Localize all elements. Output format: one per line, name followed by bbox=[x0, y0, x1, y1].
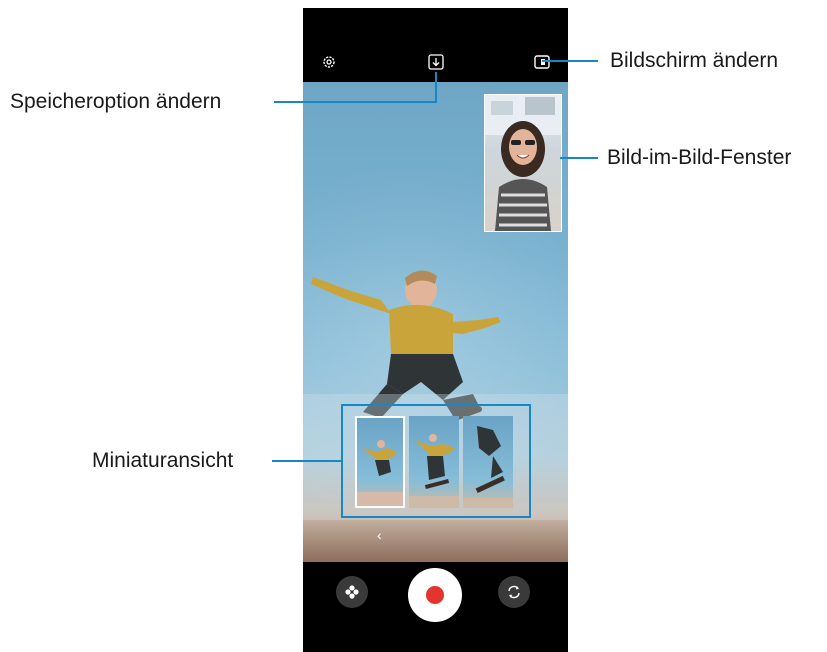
callout-line bbox=[542, 60, 598, 62]
thumbnail-highlight bbox=[341, 404, 531, 518]
callout-line bbox=[435, 72, 437, 103]
callout-line bbox=[272, 460, 341, 462]
download-icon[interactable] bbox=[426, 52, 446, 72]
callout-pip-window: Bild-im-Bild-Fenster bbox=[607, 146, 792, 169]
callout-thumbnail-view: Miniaturansicht bbox=[92, 449, 234, 472]
chevron-left-icon[interactable]: ‹ bbox=[377, 528, 382, 542]
switch-camera-icon bbox=[508, 585, 520, 599]
switch-camera-button[interactable] bbox=[498, 576, 530, 608]
callout-line bbox=[274, 101, 437, 103]
callout-change-screen: Bildschirm ändern bbox=[610, 49, 779, 72]
effects-button[interactable] bbox=[336, 576, 368, 608]
flower-icon bbox=[345, 585, 359, 599]
screen-layout-icon[interactable] bbox=[532, 52, 552, 72]
pip-window[interactable] bbox=[484, 94, 562, 232]
gear-icon[interactable] bbox=[319, 52, 339, 72]
callout-line bbox=[560, 157, 598, 159]
record-button[interactable] bbox=[408, 568, 462, 622]
callout-storage-option: Speicheroption ändern bbox=[10, 90, 222, 113]
phone-screen: ‹ bbox=[303, 8, 568, 652]
record-icon bbox=[426, 586, 444, 604]
